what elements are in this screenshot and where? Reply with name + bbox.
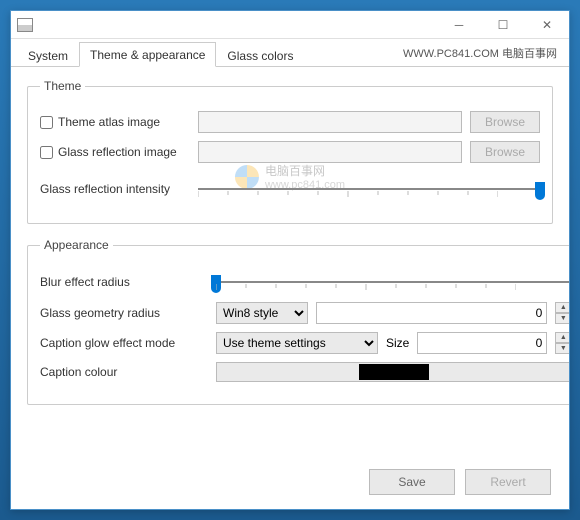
app-window: ─ ☐ ✕ System Theme & appearance Glass co…	[10, 10, 570, 510]
chevron-down-icon[interactable]: ▼	[555, 343, 569, 354]
glass-reflection-browse-button[interactable]: Browse	[470, 141, 540, 163]
theme-legend: Theme	[40, 79, 85, 93]
theme-atlas-browse-button[interactable]: Browse	[470, 111, 540, 133]
tab-theme-appearance[interactable]: Theme & appearance	[79, 42, 216, 67]
reflection-intensity-label: Glass reflection intensity	[40, 182, 190, 196]
glass-reflection-checkbox[interactable]	[40, 146, 53, 159]
glass-reflection-label[interactable]: Glass reflection image	[40, 145, 190, 159]
caption-colour-label: Caption colour	[40, 365, 208, 379]
blur-radius-slider[interactable]	[216, 270, 569, 294]
blur-radius-label: Blur effect radius	[40, 275, 208, 289]
save-button[interactable]: Save	[369, 469, 455, 495]
reflection-intensity-slider[interactable]	[198, 177, 540, 201]
slider-ticks-icon	[216, 284, 516, 290]
maximize-button[interactable]: ☐	[481, 11, 525, 39]
caption-glow-mode-label: Caption glow effect mode	[40, 336, 208, 350]
theme-atlas-checkbox[interactable]	[40, 116, 53, 129]
app-icon	[17, 18, 33, 32]
slider-ticks-icon	[198, 191, 498, 197]
chevron-up-icon[interactable]: ▲	[555, 332, 569, 343]
geometry-radius-value[interactable]	[316, 302, 547, 324]
glass-reflection-path[interactable]	[198, 141, 462, 163]
appearance-group: Appearance Blur effect radius Glass geom…	[27, 238, 569, 405]
size-spinner[interactable]: ▲ ▼	[555, 332, 569, 354]
tab-row: System Theme & appearance Glass colors W…	[11, 39, 569, 67]
close-button[interactable]: ✕	[525, 11, 569, 39]
theme-atlas-label[interactable]: Theme atlas image	[40, 115, 190, 129]
titlebar: ─ ☐ ✕	[11, 11, 569, 39]
theme-group: Theme Theme atlas image Browse Glass ref…	[27, 79, 553, 224]
chevron-down-icon[interactable]: ▼	[555, 313, 569, 324]
chevron-up-icon[interactable]: ▲	[555, 302, 569, 313]
footer: Save Revert	[11, 459, 569, 509]
tab-glass-colors[interactable]: Glass colors	[216, 43, 304, 67]
appearance-legend: Appearance	[40, 238, 113, 252]
minimize-button[interactable]: ─	[437, 11, 481, 39]
tab-system[interactable]: System	[17, 43, 79, 67]
geometry-spinner[interactable]: ▲ ▼	[555, 302, 569, 324]
caption-colour-value	[359, 364, 429, 380]
slider-thumb-icon[interactable]	[535, 182, 545, 200]
caption-glow-mode-select[interactable]: Use theme settings	[216, 332, 378, 354]
size-label: Size	[386, 336, 409, 350]
geometry-radius-label: Glass geometry radius	[40, 306, 208, 320]
caption-colour-swatch[interactable]	[216, 362, 569, 382]
content-area: 电脑百事网 www.pc841.com Theme Theme atlas im…	[11, 67, 569, 459]
caption-size-value[interactable]	[417, 332, 547, 354]
revert-button[interactable]: Revert	[465, 469, 551, 495]
theme-atlas-path[interactable]	[198, 111, 462, 133]
watermark-text: WWW.PC841.COM 电脑百事网	[403, 45, 557, 61]
geometry-style-select[interactable]: Win8 style	[216, 302, 308, 324]
